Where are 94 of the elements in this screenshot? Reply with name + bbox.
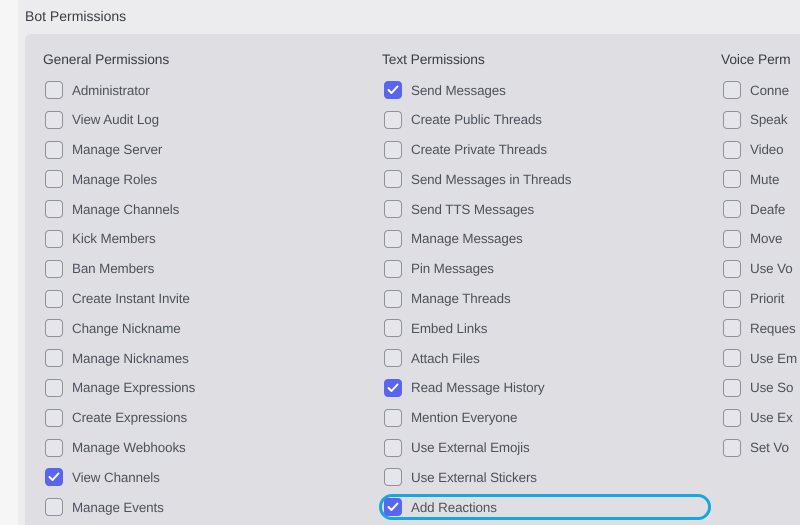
permission-label: Add Reactions [411,500,497,515]
checkbox[interactable] [45,200,63,218]
permission-label: View Channels [72,470,160,485]
permission-label: Administrator [72,82,150,98]
checkbox[interactable] [45,468,63,486]
checkbox[interactable] [723,378,741,397]
checkbox[interactable] [723,349,741,368]
checkbox[interactable] [45,260,63,278]
checkbox[interactable] [45,319,63,338]
checkbox[interactable] [384,438,402,457]
permission-label: Use Em [750,350,798,366]
checkbox[interactable] [384,378,402,397]
permission-label: View Audit Log [72,112,159,128]
checkbox[interactable] [384,319,402,338]
permission-label: Create Public Threads [411,112,542,128]
permission-label: Change Nickname [72,320,181,336]
permission-label: Deafe [750,202,786,217]
checkbox[interactable] [723,140,741,159]
checkbox[interactable] [45,81,63,99]
checkbox[interactable] [384,230,402,248]
permission-label: Manage Expressions [72,380,196,396]
permission-label: Mention Everyone [411,410,518,426]
checkbox[interactable] [45,498,63,516]
check-icon [48,472,60,482]
permission-label: Attach Files [411,350,480,366]
permission-label: Manage Messages [411,231,523,246]
permission-label: Create Expressions [72,410,188,426]
checkbox[interactable] [723,438,741,457]
checkbox[interactable] [384,408,402,427]
checkbox[interactable] [723,408,741,427]
checkbox[interactable] [45,230,63,248]
permission-label: Use Ex [750,410,793,426]
checkbox[interactable] [384,260,402,278]
permission-label: Video [750,142,784,158]
permission-label: Use Vo [750,261,793,276]
checkbox[interactable] [384,140,402,159]
permission-label: Reques [750,320,796,336]
permission-label: Manage Nicknames [72,350,189,366]
permission-label: Set Vo [750,440,789,456]
permission-label: Create Instant Invite [72,291,190,306]
permission-label: Send TTS Messages [411,202,534,217]
check-icon [387,382,399,393]
permission-label: Send Messages in Threads [411,172,572,187]
permission-label: Send Messages [411,82,506,98]
checkbox[interactable] [384,200,402,218]
group-heading: Text Permissions [382,52,486,67]
permission-label: Use External Stickers [411,470,537,485]
checkbox[interactable] [384,468,402,486]
permission-label: Conne [750,82,789,98]
permission-label: Ban Members [72,261,154,276]
checkbox[interactable] [723,170,741,188]
check-icon [387,85,399,95]
group-heading: General Permissions [43,52,170,67]
checkbox[interactable] [45,140,63,159]
permission-label: Manage Server [72,142,162,158]
checkbox[interactable] [45,438,63,457]
checkbox[interactable] [45,170,63,188]
permission-label: Speak [750,112,788,128]
permission-label: Move [750,231,782,246]
checkbox[interactable] [384,110,402,129]
checkbox[interactable] [723,290,741,308]
checkbox[interactable] [384,498,402,516]
permission-label: Mute [750,172,780,187]
permission-label: Embed Links [411,320,488,336]
group-heading: Voice Perm [721,52,792,67]
permission-label: Kick Members [72,231,156,246]
checkbox[interactable] [723,81,741,99]
checkbox[interactable] [45,378,63,397]
checkbox[interactable] [384,81,402,99]
permission-label: Manage Threads [411,291,511,306]
checkbox[interactable] [384,290,402,308]
permission-label: Manage Roles [72,172,158,187]
checkbox[interactable] [45,290,63,308]
permission-label: Read Message History [411,380,544,396]
permission-label: Manage Webhooks [72,440,186,456]
permission-label: Priorit [750,291,784,306]
checkbox[interactable] [723,230,741,248]
permission-label: Create Private Threads [411,142,547,158]
checkbox[interactable] [45,408,63,427]
checkbox[interactable] [723,319,741,338]
checkbox[interactable] [45,110,63,129]
permission-label: Pin Messages [411,261,494,276]
section-title: Bot Permissions [25,8,128,24]
checkbox[interactable] [384,170,402,188]
check-icon [387,502,399,512]
checkbox[interactable] [723,200,741,218]
permission-label: Use External Emojis [411,440,530,456]
permission-label: Use So [750,380,794,396]
checkbox[interactable] [723,260,741,278]
permission-label: Manage Events [72,500,164,515]
checkbox[interactable] [45,349,63,368]
permission-label: Manage Channels [72,202,180,217]
checkbox[interactable] [723,110,741,129]
checkbox[interactable] [384,349,402,368]
